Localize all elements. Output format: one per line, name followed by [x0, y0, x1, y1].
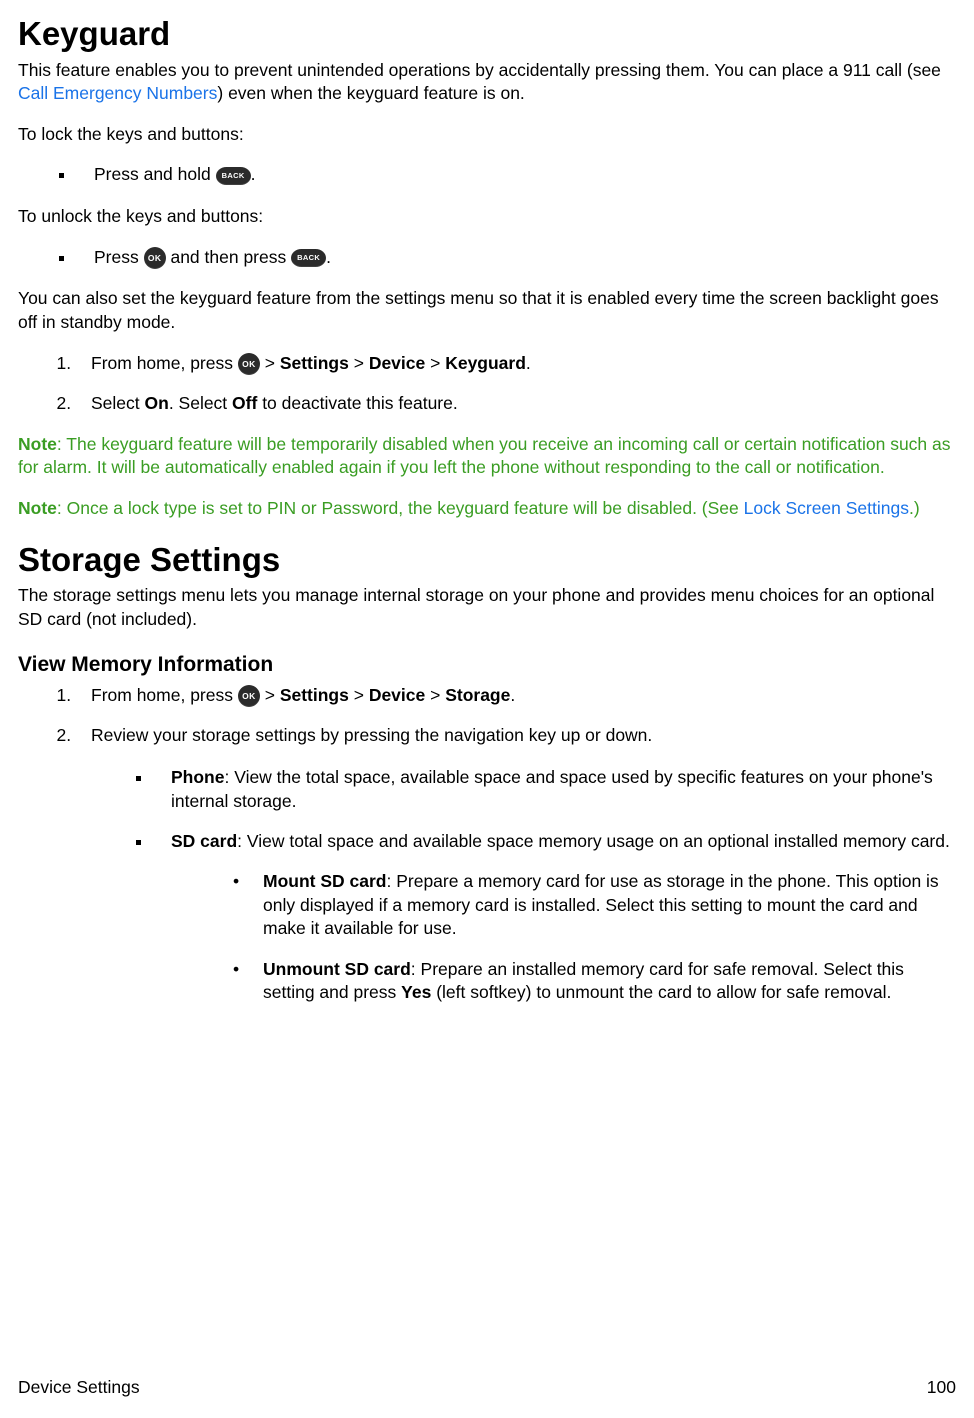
keyguard-settings-steps: From home, press OK > Settings > Device …: [18, 352, 956, 416]
unmount-label: Unmount SD card: [263, 959, 411, 979]
unlock-steps-list: Press OK and then press BACK.: [18, 246, 956, 270]
ok-key-icon: OK: [238, 685, 260, 707]
back-key-icon: BACK: [216, 167, 251, 185]
list-item: Select On. Select Off to deactivate this…: [76, 392, 956, 416]
storage-label: Storage: [445, 685, 510, 705]
ok-key-icon: OK: [144, 247, 166, 269]
text: >: [349, 353, 369, 373]
text: >: [260, 685, 280, 705]
text: Review your storage settings by pressing…: [91, 725, 652, 745]
text: >: [425, 353, 445, 373]
footer-page-number: 100: [927, 1376, 956, 1400]
text: .: [251, 164, 256, 184]
device-label: Device: [369, 685, 425, 705]
text: >: [349, 685, 369, 705]
text: ) even when the keyguard feature is on.: [217, 83, 524, 103]
text: From home, press: [91, 685, 238, 705]
lock-steps-list: Press and hold BACK.: [18, 163, 956, 187]
text: .: [326, 247, 331, 267]
view-memory-heading: View Memory Information: [18, 651, 956, 679]
text: to deactivate this feature.: [257, 393, 457, 413]
list-item: From home, press OK > Settings > Device …: [76, 684, 956, 708]
text: . Select: [169, 393, 232, 413]
page-footer: Device Settings 100: [18, 1376, 956, 1400]
text: : Once a lock type is set to PIN or Pass…: [57, 498, 744, 518]
text: .: [510, 685, 515, 705]
list-item: Press OK and then press BACK.: [76, 246, 956, 270]
footer-section: Device Settings: [18, 1376, 140, 1400]
settings-label: Settings: [280, 353, 349, 373]
lock-screen-settings-link[interactable]: Lock Screen Settings: [744, 498, 909, 518]
list-item: Mount SD card: Prepare a memory card for…: [233, 870, 956, 941]
phone-label: Phone: [171, 767, 224, 787]
text: .: [526, 353, 531, 373]
text: Select: [91, 393, 145, 413]
off-label: Off: [232, 393, 257, 413]
storage-heading: Storage Settings: [18, 538, 956, 583]
text: This feature enables you to prevent unin…: [18, 60, 941, 80]
sd-actions-list: Mount SD card: Prepare a memory card for…: [171, 870, 956, 1005]
text: From home, press: [91, 353, 238, 373]
note-label: Note: [18, 498, 57, 518]
text: .): [909, 498, 920, 518]
text: Press and hold: [94, 164, 216, 184]
device-label: Device: [369, 353, 425, 373]
back-key-icon: BACK: [291, 249, 326, 267]
sd-card-label: SD card: [171, 831, 237, 851]
text: : View the total space, available space …: [171, 767, 933, 811]
keyguard-intro: This feature enables you to prevent unin…: [18, 59, 956, 106]
persist-text: You can also set the keyguard feature fr…: [18, 287, 956, 334]
list-item: Review your storage settings by pressing…: [76, 724, 956, 1005]
note-2: Note: Once a lock type is set to PIN or …: [18, 497, 956, 521]
unlock-heading: To unlock the keys and buttons:: [18, 205, 956, 229]
yes-label: Yes: [401, 982, 431, 1002]
list-item: SD card: View total space and available …: [153, 830, 956, 1005]
mount-label: Mount SD card: [263, 871, 386, 891]
list-item: Unmount SD card: Prepare an installed me…: [233, 958, 956, 1005]
text: >: [260, 353, 280, 373]
call-emergency-link[interactable]: Call Emergency Numbers: [18, 83, 217, 103]
ok-key-icon: OK: [238, 353, 260, 375]
keyguard-heading: Keyguard: [18, 12, 956, 57]
text: >: [425, 685, 445, 705]
text: Press: [94, 247, 144, 267]
text: (left softkey) to unmount the card to al…: [431, 982, 891, 1002]
text: : The keyguard feature will be temporari…: [18, 434, 951, 478]
storage-detail-list: Phone: View the total space, available s…: [91, 766, 956, 1005]
text: : View total space and available space m…: [237, 831, 950, 851]
list-item: From home, press OK > Settings > Device …: [76, 352, 956, 376]
note-label: Note: [18, 434, 57, 454]
on-label: On: [145, 393, 169, 413]
text: and then press: [166, 247, 292, 267]
keyguard-label: Keyguard: [445, 353, 526, 373]
lock-heading: To lock the keys and buttons:: [18, 123, 956, 147]
list-item: Press and hold BACK.: [76, 163, 956, 187]
list-item: Phone: View the total space, available s…: [153, 766, 956, 813]
settings-label: Settings: [280, 685, 349, 705]
storage-steps: From home, press OK > Settings > Device …: [18, 684, 956, 1005]
storage-intro: The storage settings menu lets you manag…: [18, 584, 956, 631]
note-1: Note: The keyguard feature will be tempo…: [18, 433, 956, 480]
